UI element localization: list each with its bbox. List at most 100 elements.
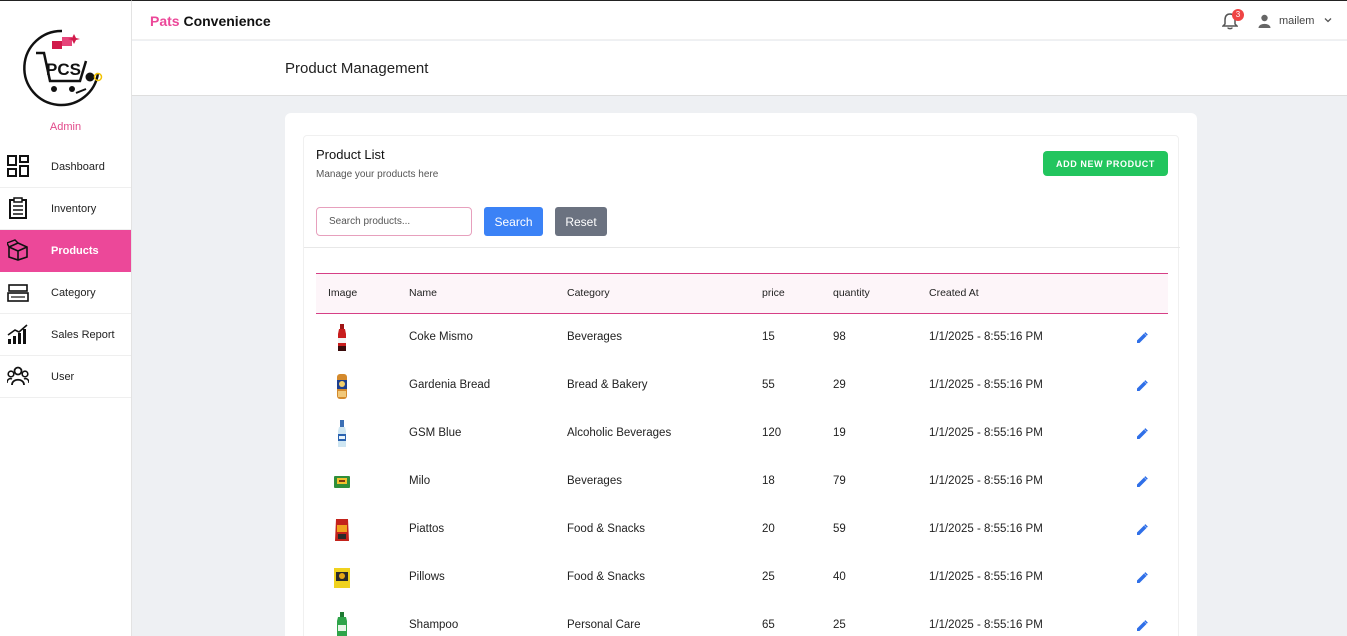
product-created-at: 1/1/2025 - 8:55:16 PM [929, 619, 1043, 631]
table-row: Shampoo Personal Care 65 25 1/1/2025 - 8… [316, 602, 1168, 636]
product-quantity: 29 [833, 379, 846, 391]
product-created-at: 1/1/2025 - 8:55:16 PM [929, 523, 1043, 535]
column-header-category[interactable]: Category [567, 287, 610, 299]
gin-bottle-image [338, 420, 346, 447]
product-name: Gardenia Bread [409, 379, 491, 391]
search-button[interactable]: Search [484, 207, 543, 236]
product-created-at: 1/1/2025 - 8:55:16 PM [929, 331, 1043, 343]
shampoo-bottle-image [337, 612, 347, 636]
pencil-icon[interactable] [1136, 572, 1148, 584]
bar-chart-icon [7, 324, 28, 344]
column-header-price[interactable]: price [762, 287, 785, 299]
sidebar-item-inventory[interactable]: Inventory [0, 188, 131, 230]
sidebar-item-dashboard[interactable]: Dashboard [0, 146, 131, 188]
sidebar-item-sales-report[interactable]: Sales Report [0, 314, 131, 356]
product-name: Coke Mismo [409, 331, 473, 343]
table-row: Gardenia Bread Bread & Bakery 55 29 1/1/… [316, 362, 1168, 410]
product-created-at: 1/1/2025 - 8:55:16 PM [929, 571, 1043, 583]
page-title: Product Management [285, 60, 429, 77]
box-icon [7, 239, 28, 261]
pencil-icon[interactable] [1136, 332, 1148, 344]
product-category: Alcoholic Beverages [567, 427, 672, 439]
brand-accent: Pats [150, 13, 180, 29]
column-header-quantity[interactable]: quantity [833, 287, 870, 299]
tray-icon [7, 284, 29, 302]
product-created-at: 1/1/2025 - 8:55:16 PM [929, 475, 1043, 487]
product-price: 55 [762, 379, 775, 391]
sidebar-nav: Dashboard Inventory Products Category Sa… [0, 146, 131, 398]
pencil-icon[interactable] [1136, 524, 1148, 536]
product-list-title: Product List [316, 147, 385, 162]
sidebar-item-label: Sales Report [51, 328, 115, 341]
table-row: Pillows Food & Snacks 25 40 1/1/2025 - 8… [316, 554, 1168, 602]
bread-image [337, 374, 347, 399]
column-header-name[interactable]: Name [409, 287, 437, 299]
product-quantity: 98 [833, 331, 846, 343]
table-row: GSM Blue Alcoholic Beverages 120 19 1/1/… [316, 410, 1168, 458]
product-category: Food & Snacks [567, 523, 645, 535]
product-list-card: Product List Manage your products here A… [285, 113, 1197, 636]
coke-bottle-image [338, 324, 346, 351]
top-bar: Pats Convenience 3 mailem [132, 0, 1347, 40]
product-quantity: 25 [833, 619, 846, 631]
product-name: Shampoo [409, 619, 459, 631]
sidebar: PCS Admin Dashboard Inventory Products C… [0, 0, 132, 636]
product-name: Piattos [409, 523, 445, 535]
search-input[interactable] [316, 207, 472, 236]
product-price: 120 [762, 427, 782, 439]
reset-button[interactable]: Reset [555, 207, 607, 236]
pencil-icon[interactable] [1136, 380, 1148, 392]
chips-bag-image [335, 519, 349, 541]
product-name: Pillows [409, 571, 445, 583]
users-icon [7, 366, 29, 386]
page-header: Product Management [132, 41, 1347, 96]
chevron-down-icon[interactable] [1324, 16, 1332, 24]
brand-title[interactable]: Pats Convenience [150, 13, 271, 29]
notification-badge: 3 [1232, 9, 1244, 21]
product-name: GSM Blue [409, 427, 462, 439]
pcs-logo: PCS [23, 29, 103, 107]
pencil-icon[interactable] [1136, 620, 1148, 632]
snack-bag-image [334, 568, 350, 588]
table-header: Image Name Category price quantity Creat… [316, 273, 1168, 314]
sidebar-item-products[interactable]: Products [0, 230, 131, 272]
product-price: 18 [762, 475, 775, 487]
milo-sachet-image [334, 476, 350, 488]
app-root: PCS Admin Dashboard Inventory Products C… [0, 0, 1347, 636]
product-quantity: 40 [833, 571, 846, 583]
sidebar-item-label: Products [51, 244, 99, 257]
products-table: Image Name Category price quantity Creat… [316, 273, 1168, 636]
product-quantity: 79 [833, 475, 846, 487]
sidebar-role-label: Admin [49, 121, 82, 133]
username-label[interactable]: mailem [1279, 15, 1314, 27]
table-row: Coke Mismo Beverages 15 98 1/1/2025 - 8:… [316, 314, 1168, 362]
product-created-at: 1/1/2025 - 8:55:16 PM [929, 427, 1043, 439]
add-new-product-button[interactable]: ADD NEW PRODUCT [1043, 151, 1168, 176]
sidebar-item-user[interactable]: User [0, 356, 131, 398]
product-category: Bread & Bakery [567, 379, 648, 391]
product-quantity: 19 [833, 427, 846, 439]
product-price: 15 [762, 331, 775, 343]
table-row: Piattos Food & Snacks 20 59 1/1/2025 - 8… [316, 506, 1168, 554]
product-price: 65 [762, 619, 775, 631]
product-category: Beverages [567, 331, 622, 343]
product-category: Food & Snacks [567, 571, 645, 583]
product-created-at: 1/1/2025 - 8:55:16 PM [929, 379, 1043, 391]
product-name: Milo [409, 475, 431, 487]
table-row: Milo Beverages 18 79 1/1/2025 - 8:55:16 … [316, 458, 1168, 506]
column-header-image[interactable]: Image [328, 287, 357, 299]
product-category: Beverages [567, 475, 622, 487]
pencil-icon[interactable] [1136, 476, 1148, 488]
sidebar-item-label: Inventory [51, 202, 97, 215]
sidebar-item-category[interactable]: Category [0, 272, 131, 314]
user-icon[interactable] [1258, 14, 1271, 28]
product-list-subtitle: Manage your products here [316, 169, 439, 180]
product-price: 20 [762, 523, 775, 535]
pencil-icon[interactable] [1136, 428, 1148, 440]
sidebar-item-label: Category [51, 286, 96, 299]
product-list-panel: Product List Manage your products here A… [303, 135, 1180, 636]
dashboard-grid-icon [7, 155, 29, 177]
clipboard-icon [9, 197, 27, 219]
column-header-created-at[interactable]: Created At [929, 287, 979, 299]
svg-text:PCS: PCS [46, 60, 81, 79]
